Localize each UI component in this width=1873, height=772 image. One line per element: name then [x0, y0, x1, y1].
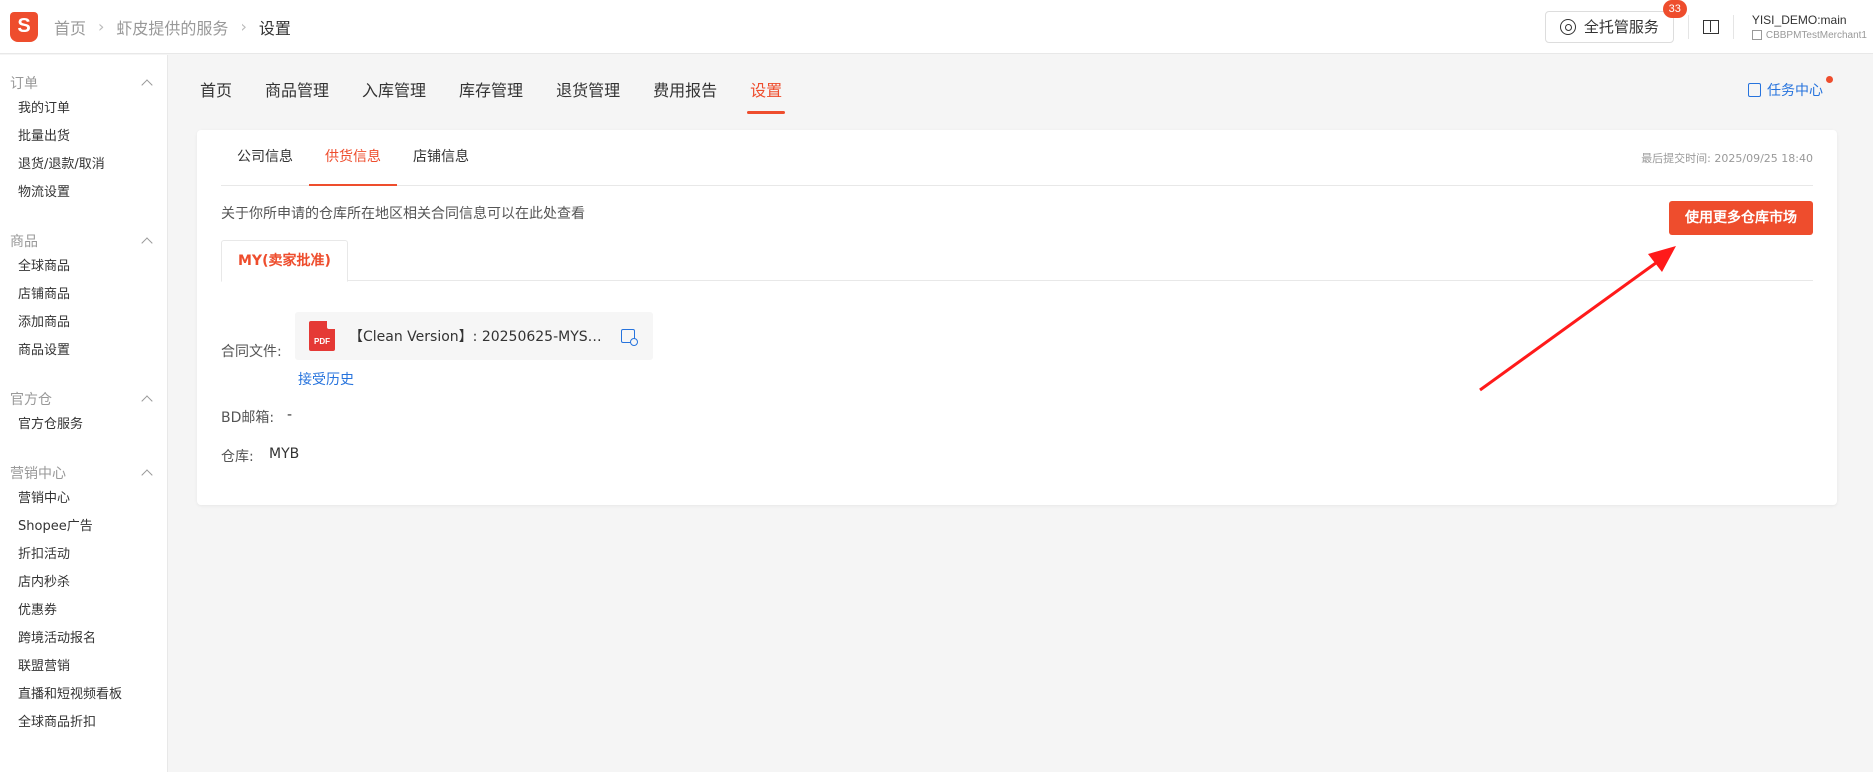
subtab-shop-info[interactable]: 店铺信息 — [397, 130, 485, 185]
description-text: 关于你所申请的仓库所在地区相关合同信息可以在此处查看 — [221, 206, 585, 222]
notification-dot — [1826, 76, 1833, 83]
pdf-file-icon: PDF — [309, 321, 335, 351]
pdf-badge: PDF — [314, 337, 330, 346]
top-header: S 首页 › 虾皮提供的服务 › 设置 全托管服务 33 YISI_DEMO:m… — [0, 0, 1873, 54]
sidebar-item-live-video[interactable]: 直播和短视频看板 — [0, 681, 167, 709]
chevron-up-icon — [141, 79, 153, 91]
tab-product-management[interactable]: 商品管理 — [265, 74, 329, 114]
sidebar-group-orders: 订单 我的订单 批量出货 退货/退款/取消 物流设置 — [0, 71, 167, 207]
sidebar-group-products: 商品 全球商品 店铺商品 添加商品 商品设置 — [0, 229, 167, 365]
tab-home[interactable]: 首页 — [200, 74, 232, 114]
warehouse-value: MYB — [269, 446, 300, 462]
sidebar-item-returns[interactable]: 退货/退款/取消 — [0, 151, 167, 179]
settings-card: 公司信息 供货信息 店铺信息 最后提交时间: 2025/09/25 18:40 … — [197, 130, 1837, 505]
sidebar-group-title[interactable]: 商品 — [0, 229, 167, 253]
chevron-up-icon — [141, 237, 153, 249]
more-warehouse-markets-button[interactable]: 使用更多仓库市场 — [1669, 201, 1813, 235]
breadcrumb-services[interactable]: 虾皮提供的服务 — [116, 15, 228, 39]
subtab-supply-info[interactable]: 供货信息 — [309, 130, 397, 186]
book-icon[interactable] — [1702, 19, 1719, 34]
tab-settings[interactable]: 设置 — [747, 74, 786, 114]
sidebar-item-shopee-ads[interactable]: Shopee广告 — [0, 513, 167, 541]
sidebar-item-product-settings[interactable]: 商品设置 — [0, 337, 167, 365]
sidebar-item-add-product[interactable]: 添加商品 — [0, 309, 167, 337]
subtab-company-info[interactable]: 公司信息 — [221, 130, 309, 185]
divider — [1732, 14, 1734, 39]
sidebar-item-marketing-center[interactable]: 营销中心 — [0, 485, 167, 513]
chevron-up-icon — [141, 395, 153, 407]
logo-letter: S — [17, 15, 31, 37]
breadcrumb-current: 设置 — [258, 18, 291, 38]
sidebar-group-title[interactable]: 营销中心 — [0, 461, 167, 485]
sidebar-item-flash-sale[interactable]: 店内秒杀 — [0, 569, 167, 597]
last-submit-time: 最后提交时间: 2025/09/25 18:40 — [1641, 152, 1813, 165]
sidebar-item-discounts[interactable]: 折扣活动 — [0, 541, 167, 569]
merchant-name-row: CBBPMTestMerchant1 — [1751, 29, 1867, 41]
sidebar-group-title[interactable]: 官方仓 — [0, 387, 167, 411]
account-menu[interactable]: YISI_DEMO:main CBBPMTestMerchant1 — [1751, 12, 1867, 41]
sidebar-item-bulk-ship[interactable]: 批量出货 — [0, 123, 167, 151]
sidebar-item-global-discount[interactable]: 全球商品折扣 — [0, 709, 167, 737]
chevron-right-icon: › — [98, 17, 105, 36]
tab-inbound-management[interactable]: 入库管理 — [362, 74, 426, 114]
acceptance-history-link[interactable]: 接受历史 — [298, 369, 354, 389]
group-title-text: 营销中心 — [10, 466, 66, 482]
bd-email-value: - — [287, 407, 293, 423]
breadcrumb-home[interactable]: 首页 — [54, 15, 86, 39]
region-tabs: MY(卖家批准) — [221, 240, 1813, 282]
task-center-link[interactable]: 任务中心 — [1748, 76, 1833, 100]
settings-subtabs: 公司信息 供货信息 店铺信息 — [221, 130, 1813, 186]
preview-search-icon[interactable] — [621, 329, 638, 346]
contract-file-card[interactable]: PDF 【Clean Version】: 20250625-MYSCom... — [295, 312, 653, 360]
merchant-name: CBBPMTestMerchant1 — [1765, 29, 1867, 41]
group-title-text: 官方仓 — [10, 392, 52, 408]
account-name: YISI_DEMO:main — [1751, 12, 1847, 27]
tab-fee-report[interactable]: 费用报告 — [653, 74, 717, 114]
managed-service-label: 全托管服务 — [1583, 18, 1659, 36]
group-title-text: 订单 — [10, 76, 38, 92]
bd-email-label: BD邮箱: — [221, 410, 275, 426]
breadcrumb: 首页 › 虾皮提供的服务 › 设置 — [54, 15, 291, 39]
sidebar-item-affiliate[interactable]: 联盟营销 — [0, 653, 167, 681]
sidebar-group-title[interactable]: 订单 — [0, 71, 167, 95]
divider — [1687, 14, 1689, 39]
warehouse-label: 仓库: — [221, 449, 254, 465]
notification-badge: 33 — [1662, 0, 1687, 18]
sidebar-item-global-products[interactable]: 全球商品 — [0, 253, 167, 281]
sidebar-item-vouchers[interactable]: 优惠券 — [0, 597, 167, 625]
shopee-logo-icon[interactable]: S — [10, 11, 38, 42]
sidebar-item-warehouse-service[interactable]: 官方仓服务 — [0, 411, 167, 439]
sidebar-item-my-orders[interactable]: 我的订单 — [0, 95, 167, 123]
building-icon — [1751, 30, 1762, 40]
contract-label: 合同文件: — [221, 344, 282, 360]
managed-service-icon — [1559, 18, 1576, 35]
sidebar: 订单 我的订单 批量出货 退货/退款/取消 物流设置 商品 全球商品 店铺商品 … — [0, 55, 168, 772]
contract-file-name[interactable]: 【Clean Version】: 20250625-MYSCom... — [349, 326, 605, 346]
sidebar-item-shop-products[interactable]: 店铺商品 — [0, 281, 167, 309]
group-title-text: 商品 — [10, 234, 38, 250]
main-tabs: 首页 商品管理 入库管理 库存管理 退货管理 费用报告 设置 — [200, 74, 815, 114]
managed-service-button[interactable]: 全托管服务 33 — [1544, 0, 1687, 43]
tab-return-management[interactable]: 退货管理 — [556, 74, 620, 114]
chevron-up-icon — [141, 469, 153, 481]
tab-inventory-management[interactable]: 库存管理 — [459, 74, 523, 114]
task-center-label: 任务中心 — [1767, 83, 1823, 99]
sidebar-item-cross-border[interactable]: 跨境活动报名 — [0, 625, 167, 653]
sidebar-item-logistics[interactable]: 物流设置 — [0, 179, 167, 207]
sidebar-group-warehouse: 官方仓 官方仓服务 — [0, 387, 167, 439]
chevron-right-icon: › — [240, 17, 247, 36]
task-list-icon — [1748, 83, 1761, 97]
sidebar-group-marketing: 营销中心 营销中心 Shopee广告 折扣活动 店内秒杀 优惠券 跨境活动报名 … — [0, 461, 167, 737]
region-tab-my[interactable]: MY(卖家批准) — [221, 240, 348, 282]
